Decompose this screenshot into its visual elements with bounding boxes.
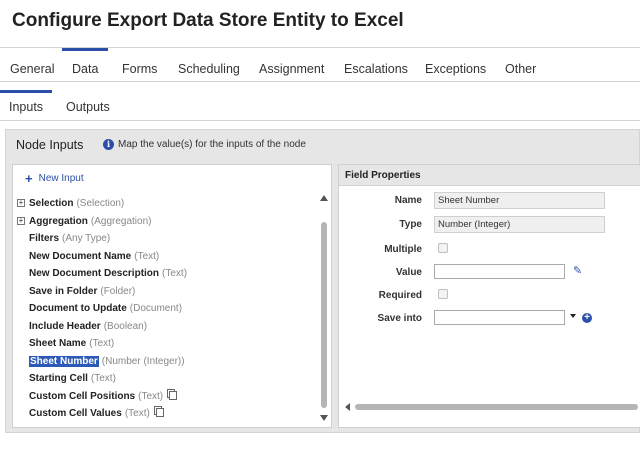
- tree-item-type: (Number (Integer)): [101, 355, 185, 367]
- required-label: Required: [378, 290, 422, 301]
- vertical-scrollbar[interactable]: [320, 195, 328, 421]
- tree-item-name: Aggregation: [29, 215, 88, 227]
- subtab-outputs[interactable]: Outputs: [57, 90, 119, 120]
- save-into-label: Save into: [377, 313, 422, 324]
- save-into-select[interactable]: [434, 310, 565, 325]
- tree-item-name: Include Header: [29, 320, 101, 332]
- tree-item-include-header[interactable]: Include Header (Boolean): [16, 318, 312, 336]
- new-input-button[interactable]: + New Input: [25, 170, 84, 186]
- scrollbar-thumb[interactable]: [321, 222, 327, 408]
- field-properties-title: Field Properties: [339, 165, 640, 186]
- tab-assignment[interactable]: Assignment: [249, 48, 334, 82]
- tab-exceptions[interactable]: Exceptions: [415, 48, 496, 82]
- required-checkbox[interactable]: [438, 289, 448, 299]
- node-inputs-list: + New Input + Selection (Selection) + Agg…: [12, 164, 332, 428]
- required-row: Required: [339, 287, 640, 307]
- tree-item-filters[interactable]: Filters (Any Type): [16, 230, 312, 248]
- tree-item-type: (Aggregation): [90, 215, 152, 227]
- name-value: Sheet Number: [434, 192, 605, 209]
- tree-item-sheet-number[interactable]: Sheet Number (Number (Integer)): [16, 353, 312, 371]
- new-input-label: New Input: [38, 173, 84, 184]
- tree-item-starting-cell[interactable]: Starting Cell (Text): [16, 370, 312, 388]
- tree-item-type: (Text): [134, 250, 160, 262]
- tab-general[interactable]: General: [0, 48, 64, 82]
- tree-item-custom-cell-positions[interactable]: Custom Cell Positions (Text): [16, 388, 312, 406]
- tree-item-type: (Text): [89, 338, 115, 349]
- value-row: Value ✎: [339, 264, 640, 284]
- tree-item-type: (Any Type): [62, 233, 111, 244]
- scroll-left-arrow-icon[interactable]: [345, 403, 350, 411]
- info-icon: i: [103, 139, 114, 150]
- multiple-label: Multiple: [384, 244, 422, 255]
- sub-tab-bar: Inputs Outputs: [0, 90, 640, 121]
- tree-item-name: Starting Cell: [29, 373, 88, 384]
- tab-other[interactable]: Other: [495, 48, 546, 82]
- tree-item-type: (Boolean): [103, 320, 148, 332]
- name-row: Name Sheet Number: [339, 192, 640, 212]
- tree-item-name: New Document Name: [29, 250, 132, 262]
- tree-item-type: (Text): [138, 390, 164, 402]
- tree-item-name: Sheet Name: [29, 338, 87, 349]
- name-label: Name: [394, 195, 422, 206]
- tree-item-type: (Document): [129, 303, 183, 314]
- tree-item-type: (Selection): [76, 198, 125, 209]
- tree-item-aggregation[interactable]: + Aggregation (Aggregation): [16, 213, 312, 231]
- field-properties-panel: Field Properties Name Sheet Number Type …: [338, 164, 640, 428]
- tree-item-new-document-name[interactable]: New Document Name (Text): [16, 248, 312, 266]
- node-inputs-hint-text: Map the value(s) for the inputs of the n…: [118, 139, 306, 150]
- add-variable-icon[interactable]: +: [582, 313, 592, 323]
- tree-item-name: Selection: [29, 198, 74, 209]
- edit-expression-icon[interactable]: ✎: [573, 264, 582, 277]
- tree-item-selection[interactable]: + Selection (Selection): [16, 195, 312, 213]
- tree-item-name: Save in Folder: [29, 285, 98, 297]
- multiple-checkbox[interactable]: [438, 243, 448, 253]
- tree-item-new-document-description[interactable]: New Document Description (Text): [16, 265, 312, 283]
- copy-icon: [169, 390, 178, 400]
- node-inputs-title: Node Inputs: [16, 138, 84, 152]
- page-title: Configure Export Data Store Entity to Ex…: [12, 10, 404, 31]
- save-into-row: Save into +: [339, 310, 640, 330]
- tab-data[interactable]: Data: [62, 48, 109, 82]
- type-row: Type Number (Integer): [339, 216, 640, 236]
- tree-item-type: (Text): [162, 268, 188, 279]
- tree-item-name: Sheet Number: [29, 355, 99, 367]
- tree-item-sheet-name[interactable]: Sheet Name (Text): [16, 335, 312, 353]
- expand-icon[interactable]: +: [17, 216, 25, 225]
- node-inputs-panel: Node Inputs i Map the value(s) for the i…: [5, 129, 640, 433]
- tab-escalations[interactable]: Escalations: [334, 48, 418, 82]
- tree-item-name: Document to Update: [29, 303, 127, 314]
- node-inputs-tree: + Selection (Selection) + Aggregation (Agg…: [16, 195, 312, 423]
- plus-icon: +: [25, 170, 33, 186]
- scrollbar-thumb[interactable]: [355, 404, 638, 410]
- tree-item-name: Filters: [29, 233, 60, 244]
- tree-item-name: Custom Cell Positions: [29, 390, 136, 402]
- copy-icon: [155, 408, 164, 417]
- tree-item-save-in-folder[interactable]: Save in Folder (Folder): [16, 283, 312, 301]
- tab-forms[interactable]: Forms: [112, 48, 167, 82]
- tree-item-name: Custom Cell Values: [29, 408, 122, 419]
- tree-item-type: (Text): [90, 373, 116, 384]
- value-label: Value: [395, 267, 422, 278]
- tree-item-type: (Text): [124, 408, 150, 419]
- tree-item-document-to-update[interactable]: Document to Update (Document): [16, 300, 312, 318]
- type-label: Type: [399, 219, 422, 230]
- expand-icon[interactable]: +: [17, 199, 25, 207]
- tree-item-custom-cell-values[interactable]: Custom Cell Values (Text): [16, 405, 312, 423]
- tab-scheduling[interactable]: Scheduling: [168, 48, 250, 82]
- value-input[interactable]: [434, 264, 565, 279]
- scroll-up-arrow-icon[interactable]: [320, 195, 328, 201]
- multiple-row: Multiple: [339, 241, 640, 261]
- horizontal-scrollbar[interactable]: [345, 403, 640, 411]
- type-value: Number (Integer): [434, 216, 605, 233]
- dropdown-arrow-icon[interactable]: [570, 314, 576, 318]
- main-tab-bar: General Data Forms Scheduling Assignment…: [0, 47, 640, 82]
- scroll-down-arrow-icon[interactable]: [320, 415, 328, 421]
- node-inputs-hint: i Map the value(s) for the inputs of the…: [103, 139, 306, 150]
- tree-item-type: (Folder): [100, 285, 136, 297]
- subtab-inputs[interactable]: Inputs: [0, 90, 53, 120]
- tree-item-name: New Document Description: [29, 268, 160, 279]
